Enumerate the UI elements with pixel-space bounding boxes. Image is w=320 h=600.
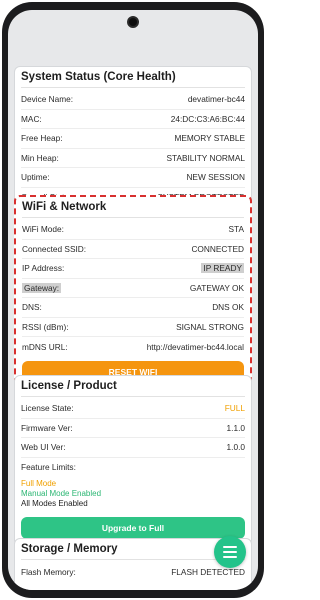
menu-fab-button[interactable]: [214, 536, 246, 568]
wifi-network-title: WiFi & Network: [22, 201, 244, 218]
feature-item: Full Mode: [21, 479, 57, 488]
wifi-row-gateway: Gateway: GATEWAY OK: [22, 279, 244, 298]
status-row-mac: MAC: 24:DC:C3:A6:BC:44: [21, 110, 245, 129]
license-product-title: License / Product: [21, 380, 245, 397]
row-label: Uptime:: [21, 172, 50, 183]
row-label: Free Heap:: [21, 133, 63, 144]
row-value: CONNECTED: [191, 243, 244, 254]
row-label: Flash Memory:: [21, 566, 76, 577]
storage-row-flash: Flash Memory: FLASH DETECTED: [21, 562, 245, 582]
license-row-firmware: Firmware Ver: 1.1.0: [21, 419, 245, 438]
row-value: STA: [228, 224, 244, 235]
feature-item: Manual Mode Enabled: [21, 489, 102, 498]
license-row-state: License State: FULL: [21, 399, 245, 419]
row-value: FULL: [224, 403, 245, 414]
feature-item: All Modes Enabled: [21, 499, 88, 508]
front-camera: [127, 16, 139, 28]
row-value: MEMORY STABLE: [174, 133, 245, 144]
row-value: 24:DC:C3:A6:BC:44: [170, 113, 245, 124]
storage-memory-title: Storage / Memory: [21, 543, 245, 560]
row-label: mDNS URL:: [22, 341, 68, 352]
row-value: IP READY: [201, 263, 244, 274]
row-value: NEW SESSION: [186, 172, 245, 183]
row-label: RSSI (dBm):: [22, 321, 69, 332]
system-status-title: System Status (Core Health): [21, 71, 245, 88]
row-value: devatimer-bc44: [187, 94, 245, 105]
row-value: 1.0.0: [226, 442, 245, 453]
row-label: Connected SSID:: [22, 243, 87, 254]
wifi-row-mdns: mDNS URL: http://devatimer-bc44.local: [22, 337, 244, 357]
license-product-card: License / Product License State: FULL Fi…: [14, 375, 252, 546]
wifi-row-ip: IP Address: IP READY: [22, 259, 244, 279]
row-label: MAC:: [21, 113, 42, 124]
row-value: GATEWAY OK: [189, 282, 244, 293]
wifi-row-rssi: RSSI (dBm): SIGNAL STRONG: [22, 318, 244, 337]
wifi-network-card: WiFi & Network WiFi Mode: STA Connected …: [14, 195, 252, 391]
menu-icon: [223, 546, 237, 558]
row-label: WiFi Mode:: [22, 224, 64, 235]
license-row-webui: Web UI Ver: 1.0.0: [21, 438, 245, 458]
row-label: IP Address:: [22, 263, 65, 274]
row-value: 1.1.0: [226, 422, 245, 433]
row-label: DNS:: [22, 302, 42, 313]
wifi-row-mode: WiFi Mode: STA: [22, 220, 244, 240]
status-row-device-name: Device Name: devatimer-bc44: [21, 90, 245, 110]
phone-frame: System Status (Core Health) Device Name:…: [2, 2, 264, 598]
row-label: Feature Limits:: [21, 462, 76, 473]
wifi-row-dns: DNS: DNS OK: [22, 298, 244, 318]
screen: System Status (Core Health) Device Name:…: [8, 10, 258, 590]
row-value: FLASH DETECTED: [171, 566, 245, 577]
row-label: Min Heap:: [21, 152, 59, 163]
row-label: Firmware Ver:: [21, 422, 73, 433]
feature-list: Full Mode Manual Mode Enabled All Modes …: [21, 477, 245, 511]
row-value: SIGNAL STRONG: [176, 321, 244, 332]
row-value: http://devatimer-bc44.local: [146, 341, 244, 352]
row-label: Device Name:: [21, 94, 74, 105]
wifi-row-ssid: Connected SSID: CONNECTED: [22, 240, 244, 259]
row-label: Gateway:: [22, 282, 62, 293]
system-status-card: System Status (Core Health) Device Name:…: [14, 66, 252, 214]
status-row-free-heap: Free Heap: MEMORY STABLE: [21, 129, 245, 149]
status-row-uptime: Uptime: NEW SESSION: [21, 168, 245, 188]
row-value: DNS OK: [212, 302, 244, 313]
row-label: License State:: [21, 403, 74, 414]
status-row-min-heap: Min Heap: STABILITY NORMAL: [21, 149, 245, 168]
upgrade-button[interactable]: Upgrade to Full: [21, 517, 245, 539]
row-value: STABILITY NORMAL: [166, 152, 245, 163]
license-row-feature-limits: Feature Limits:: [21, 458, 245, 478]
row-label: Web UI Ver:: [21, 442, 66, 453]
